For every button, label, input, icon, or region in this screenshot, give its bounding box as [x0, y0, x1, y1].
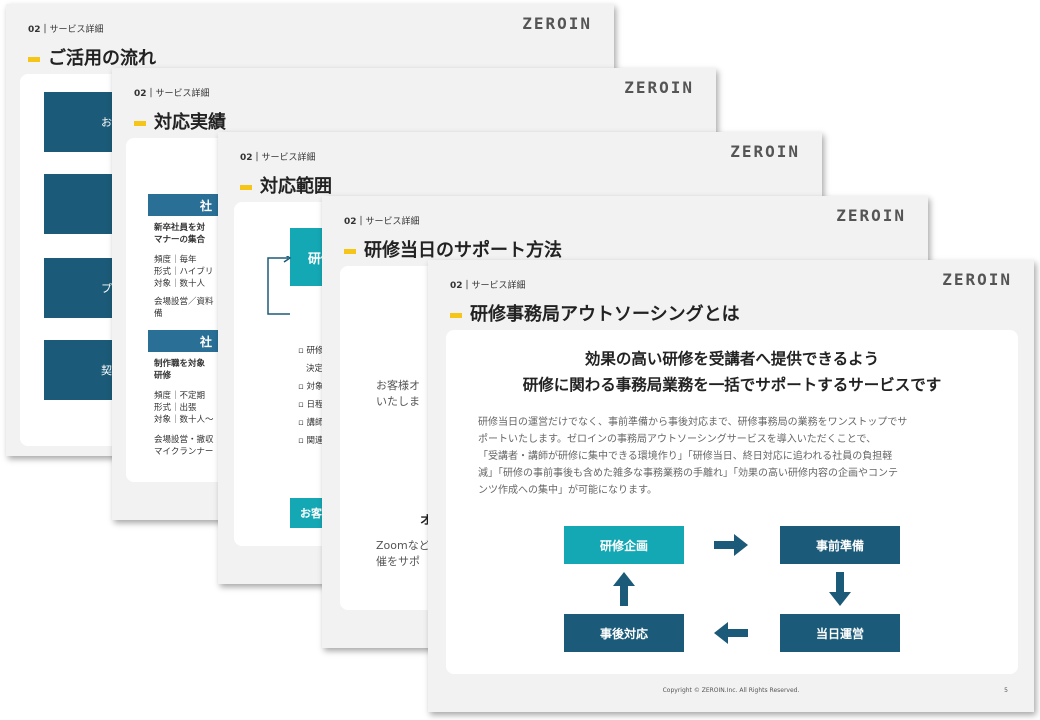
support-text: Zoomなど 催をサポ [376, 539, 430, 568]
arrow-down-icon [829, 572, 851, 606]
slide-title: 対応実績 [134, 108, 226, 134]
arrow-up-icon [613, 572, 635, 606]
zeroin-logo: ZEROIN [730, 142, 800, 161]
section-number: 02｜サービス詳細 [28, 25, 104, 35]
flow-step-preparation: 事前準備 [780, 526, 900, 564]
zeroin-logo: ZEROIN [836, 206, 906, 225]
slide-outsourcing: 02｜サービス詳細 ZEROIN 研修事務局アウトソーシングとは 効果の高い研修… [428, 260, 1034, 712]
arrow-left-icon [714, 622, 748, 644]
title-accent-bar [450, 312, 462, 318]
title-accent-bar [240, 184, 252, 190]
zeroin-logo: ZEROIN [942, 270, 1012, 289]
page-number: 5 [1004, 687, 1008, 694]
slide-title: ご活用の流れ [28, 44, 156, 70]
lead-line: 研修に関わる事務局業務を一括でサポートするサービスです [522, 376, 942, 394]
case-note: 会場設営・撤収 マイクランナー [154, 435, 214, 457]
case-note: 会場設営／資料備 [154, 297, 214, 319]
section-number: 02｜サービス詳細 [450, 281, 526, 291]
section-number: 02｜サービス詳細 [240, 153, 316, 163]
zeroin-logo: ZEROIN [624, 78, 694, 97]
arrow-right-icon [714, 534, 748, 556]
slide-title: 研修事務局アウトソーシングとは [450, 300, 740, 326]
flow-step-followup: 事後対応 [564, 614, 684, 652]
slide-title: 研修当日のサポート方法 [344, 236, 562, 262]
title-accent-bar [344, 248, 356, 254]
case-meta: 頻度｜不定期 形式｜出張 対象｜数十人〜 [154, 391, 214, 425]
title-accent-bar [28, 56, 40, 62]
support-text: お客様オ いたしま [376, 379, 420, 408]
copyright-footer: Copyright © ZEROIN.Inc. All Rights Reser… [662, 687, 800, 694]
case-description: 制作職を対象 研修 [154, 359, 206, 381]
flow-step-planning: 研修企画 [564, 526, 684, 564]
section-number: 02｜サービス詳細 [134, 89, 210, 99]
scope-list: ▫ 研修 決定 ▫ 対象 ▫ 日程 ▫ 講師 ▫ 関連 [298, 346, 324, 446]
lead-line: 効果の高い研修を受講者へ提供できるよう [584, 350, 880, 368]
section-number: 02｜サービス詳細 [344, 217, 420, 227]
content-card: 効果の高い研修を受講者へ提供できるよう 研修に関わる事務局業務を一括でサポートす… [446, 330, 1018, 674]
slide-title: 対応範囲 [240, 172, 332, 198]
zeroin-logo: ZEROIN [522, 14, 592, 33]
loop-arrow-icon [267, 256, 292, 315]
description-paragraph: 研修当日の運営だけでなく、事前準備から事後対応まで、研修事務局の業務をワンストッ… [478, 417, 908, 496]
case-description: 新卒社員を対 マナーの集合 [154, 223, 206, 245]
case-meta: 頻度｜毎年 形式｜ハイブリ 対象｜数十人 [154, 255, 214, 289]
flow-step-operation: 当日運営 [780, 614, 900, 652]
title-accent-bar [134, 120, 146, 126]
